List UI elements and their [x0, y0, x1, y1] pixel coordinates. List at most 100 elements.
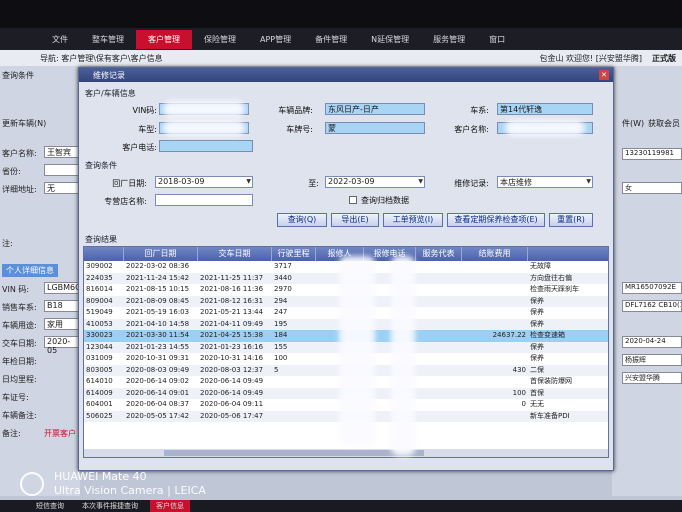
usage-label: 车辆用途: [2, 321, 37, 330]
series-field[interactable]: 第14代轩逸 [497, 103, 593, 115]
horizontal-scrollbar[interactable] [84, 449, 608, 457]
table-cell: 2020-06-04 08:37 [126, 400, 190, 408]
menu-item-3[interactable]: 保险管理 [192, 30, 248, 49]
column-header[interactable]: 行驶里程 [272, 247, 316, 261]
nav-strip: 导航: 客户管理\保有客户\客户信息 包金山 欢迎您! [兴安盟华腾] 正式版 [0, 50, 682, 66]
column-header[interactable]: 交车日期 [198, 247, 272, 261]
repair-record-dialog: 维修记录 ✕ 客户/车辆信息 VIN码: 车辆品牌: 东风日产-日产 车系: 第… [78, 67, 614, 471]
column-header[interactable] [528, 247, 608, 261]
table-cell: 保养 [530, 342, 544, 351]
menu-item-4[interactable]: APP管理 [248, 30, 303, 49]
taskbar-item-1[interactable]: 本次事件报捷查询 [76, 500, 144, 512]
archive-checkbox[interactable] [349, 196, 357, 204]
date-to-picker[interactable]: 2022-03-09 ▼ [325, 176, 425, 188]
table-cell: 410053 [86, 319, 113, 328]
close-icon[interactable]: ✕ [599, 70, 609, 80]
table-cell [462, 319, 528, 331]
column-header[interactable]: 服务代表 [416, 247, 462, 261]
province-field[interactable] [44, 164, 80, 176]
table-cell: 123044 [86, 342, 113, 351]
table-cell [416, 388, 462, 400]
privacy-blur [505, 120, 585, 136]
query-section-label: 查询条件 [85, 161, 117, 170]
menu-item-2[interactable]: 客户管理 [136, 29, 192, 49]
table-cell: 3717 [274, 262, 292, 270]
privacy-blur [391, 256, 415, 456]
maintenance-items-button[interactable]: 查看定期保养检查项(E) [447, 213, 545, 227]
model-code-field[interactable]: DFL7162 CB10(1 [622, 300, 682, 312]
chevron-down-icon[interactable]: ▼ [418, 178, 423, 185]
update-vehicle-button[interactable]: 更新车辆(N) [2, 118, 46, 129]
chevron-down-icon[interactable]: ▼ [246, 178, 251, 185]
vehicle-remark-label: 车辆备注: [2, 411, 37, 420]
chevron-down-icon[interactable]: ▼ [586, 178, 591, 185]
table-cell [462, 296, 528, 308]
menu-item-0[interactable]: 文件 [40, 30, 80, 49]
table-cell: 首保 [530, 388, 544, 397]
table-cell: 2021-11-24 15:42 [126, 273, 190, 282]
menu-item-8[interactable]: 窗口 [477, 30, 517, 49]
table-cell: 0 [521, 400, 526, 408]
table-cell: 195 [274, 319, 288, 328]
table-cell: 224035 [86, 273, 113, 282]
table-cell: 2020-06-14 09:49 [200, 388, 264, 397]
column-header[interactable]: 结账费用 [462, 247, 528, 261]
table-cell: 816014 [86, 285, 113, 293]
table-cell: 184 [274, 331, 288, 339]
series-field[interactable]: B18 [44, 300, 80, 312]
breadcrumb: 导航: 客户管理\保有客户\客户信息 [40, 53, 163, 63]
column-header[interactable] [84, 247, 124, 261]
query-button[interactable]: 查询(Q) [277, 213, 327, 227]
menu-item-5[interactable]: 备件管理 [303, 30, 359, 49]
table-cell: 2021-05-21 13:44 [200, 308, 264, 316]
right-panel: 件(W) 获取会员 13230119981 女 MR16507092E DFL7… [612, 66, 682, 496]
cert-number-label: 车证号: [2, 393, 29, 402]
right-date-field[interactable]: 2020-04-24 [622, 336, 682, 348]
vin-label: VIN码: [132, 106, 157, 115]
record-type-select[interactable]: 本店维修 ▼ [497, 176, 593, 188]
taskbar-item-0[interactable]: 短信查询 [30, 500, 70, 512]
phone-field[interactable]: 13230119981 [622, 148, 682, 160]
cust-name-field[interactable]: 王智宾 [44, 146, 80, 158]
table-cell [462, 284, 528, 296]
taskbar-item-2[interactable]: 客户信息 [150, 500, 190, 512]
table-cell: 2020-10-31 09:31 [126, 354, 190, 362]
address-field[interactable]: 无 [44, 182, 80, 194]
staff-field[interactable]: 杨振辉 [622, 354, 682, 366]
export-button[interactable]: 导出(E) [331, 213, 379, 227]
watermark-line-1: HUAWEI Mate 40 [54, 470, 147, 483]
dealer-field[interactable]: 兴安盟华腾 [622, 372, 682, 384]
table-cell [462, 273, 528, 285]
table-cell: 2021-04-11 09:49 [200, 319, 264, 328]
note-label: 注: [2, 239, 13, 248]
table-cell: 2020-06-14 09:01 [126, 388, 190, 397]
plate-field[interactable]: 蒙 [325, 122, 425, 134]
usage-field[interactable]: 家用 [44, 318, 80, 330]
menu-item-7[interactable]: 服务管理 [421, 30, 477, 49]
cust-phone-field[interactable] [159, 140, 253, 152]
main-menubar: 文件 整车管理 客户管理 保险管理 APP管理 备件管理 N延保管理 服务管理 窗口 [0, 28, 682, 50]
engine-code-field[interactable]: MR16507092E [622, 282, 682, 294]
personal-info-tab[interactable]: 个人详细信息 [2, 264, 58, 277]
reset-button[interactable]: 重置(R) [549, 213, 593, 227]
menu-item-1[interactable]: 整车管理 [80, 30, 136, 49]
table-cell: 2020-06-14 09:49 [200, 377, 264, 385]
table-cell: 2021-08-12 16:31 [200, 296, 264, 305]
scrollbar-thumb[interactable] [164, 450, 424, 456]
dealer-name-field[interactable] [155, 194, 253, 206]
delivery-date-field[interactable]: 2020-05 [44, 336, 80, 355]
get-member-button[interactable]: 获取会员 [648, 118, 680, 129]
column-header[interactable]: 回厂日期 [124, 247, 198, 261]
right-link-1[interactable]: 件(W) [622, 118, 644, 129]
table-cell: 614009 [86, 388, 113, 397]
brand-field[interactable]: 东风日产-日产 [325, 103, 425, 115]
workorder-preview-button[interactable]: 工单预览(I) [383, 213, 443, 227]
table-cell: 新车准备PDI [530, 411, 570, 420]
record-type-label: 维修记录: [454, 179, 489, 188]
gender-field[interactable]: 女 [622, 182, 682, 194]
date-from-picker[interactable]: 2018-03-09 ▼ [155, 176, 253, 188]
vin-field[interactable]: LGBM6C8 [44, 282, 86, 294]
table-cell: 2020-08-03 09:49 [126, 365, 190, 374]
result-section-label: 查询结果 [85, 235, 117, 244]
menu-item-6[interactable]: N延保管理 [359, 30, 421, 49]
